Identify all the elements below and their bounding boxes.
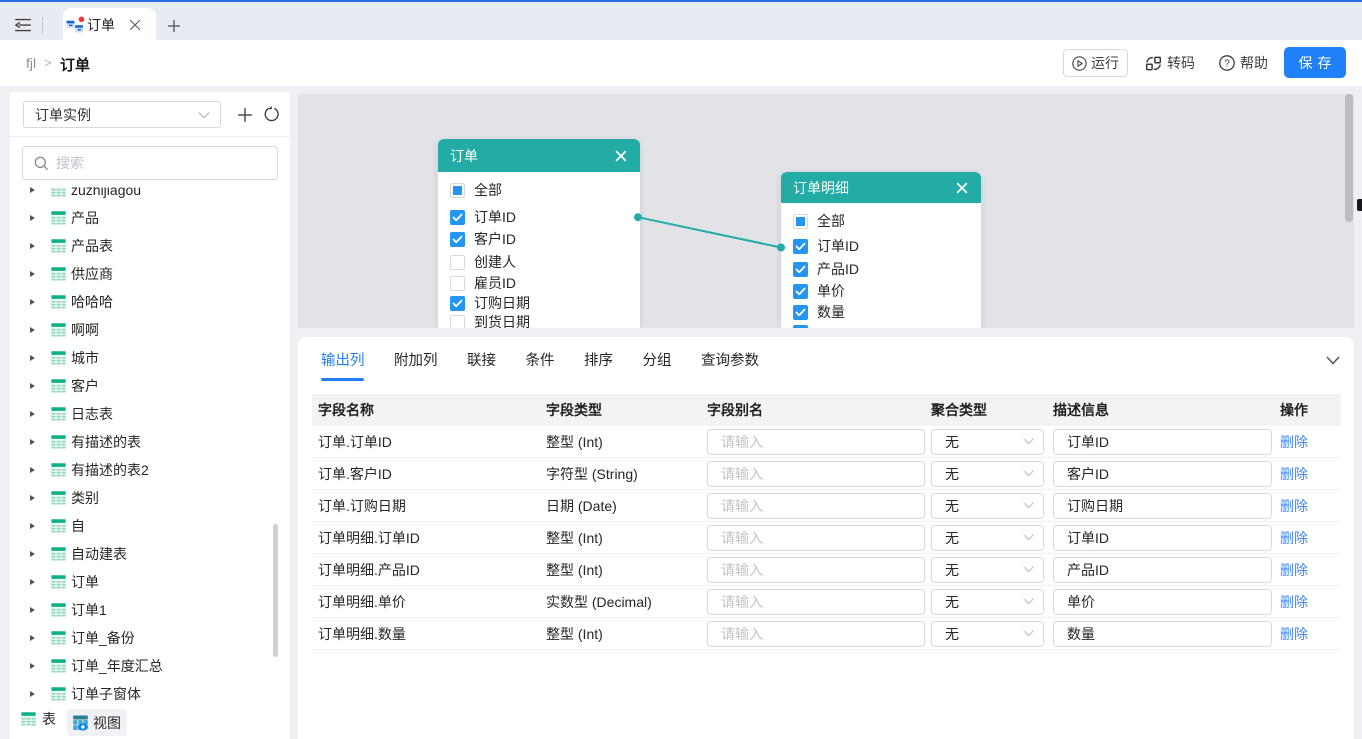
svg-text:?: ?: [1224, 59, 1230, 70]
